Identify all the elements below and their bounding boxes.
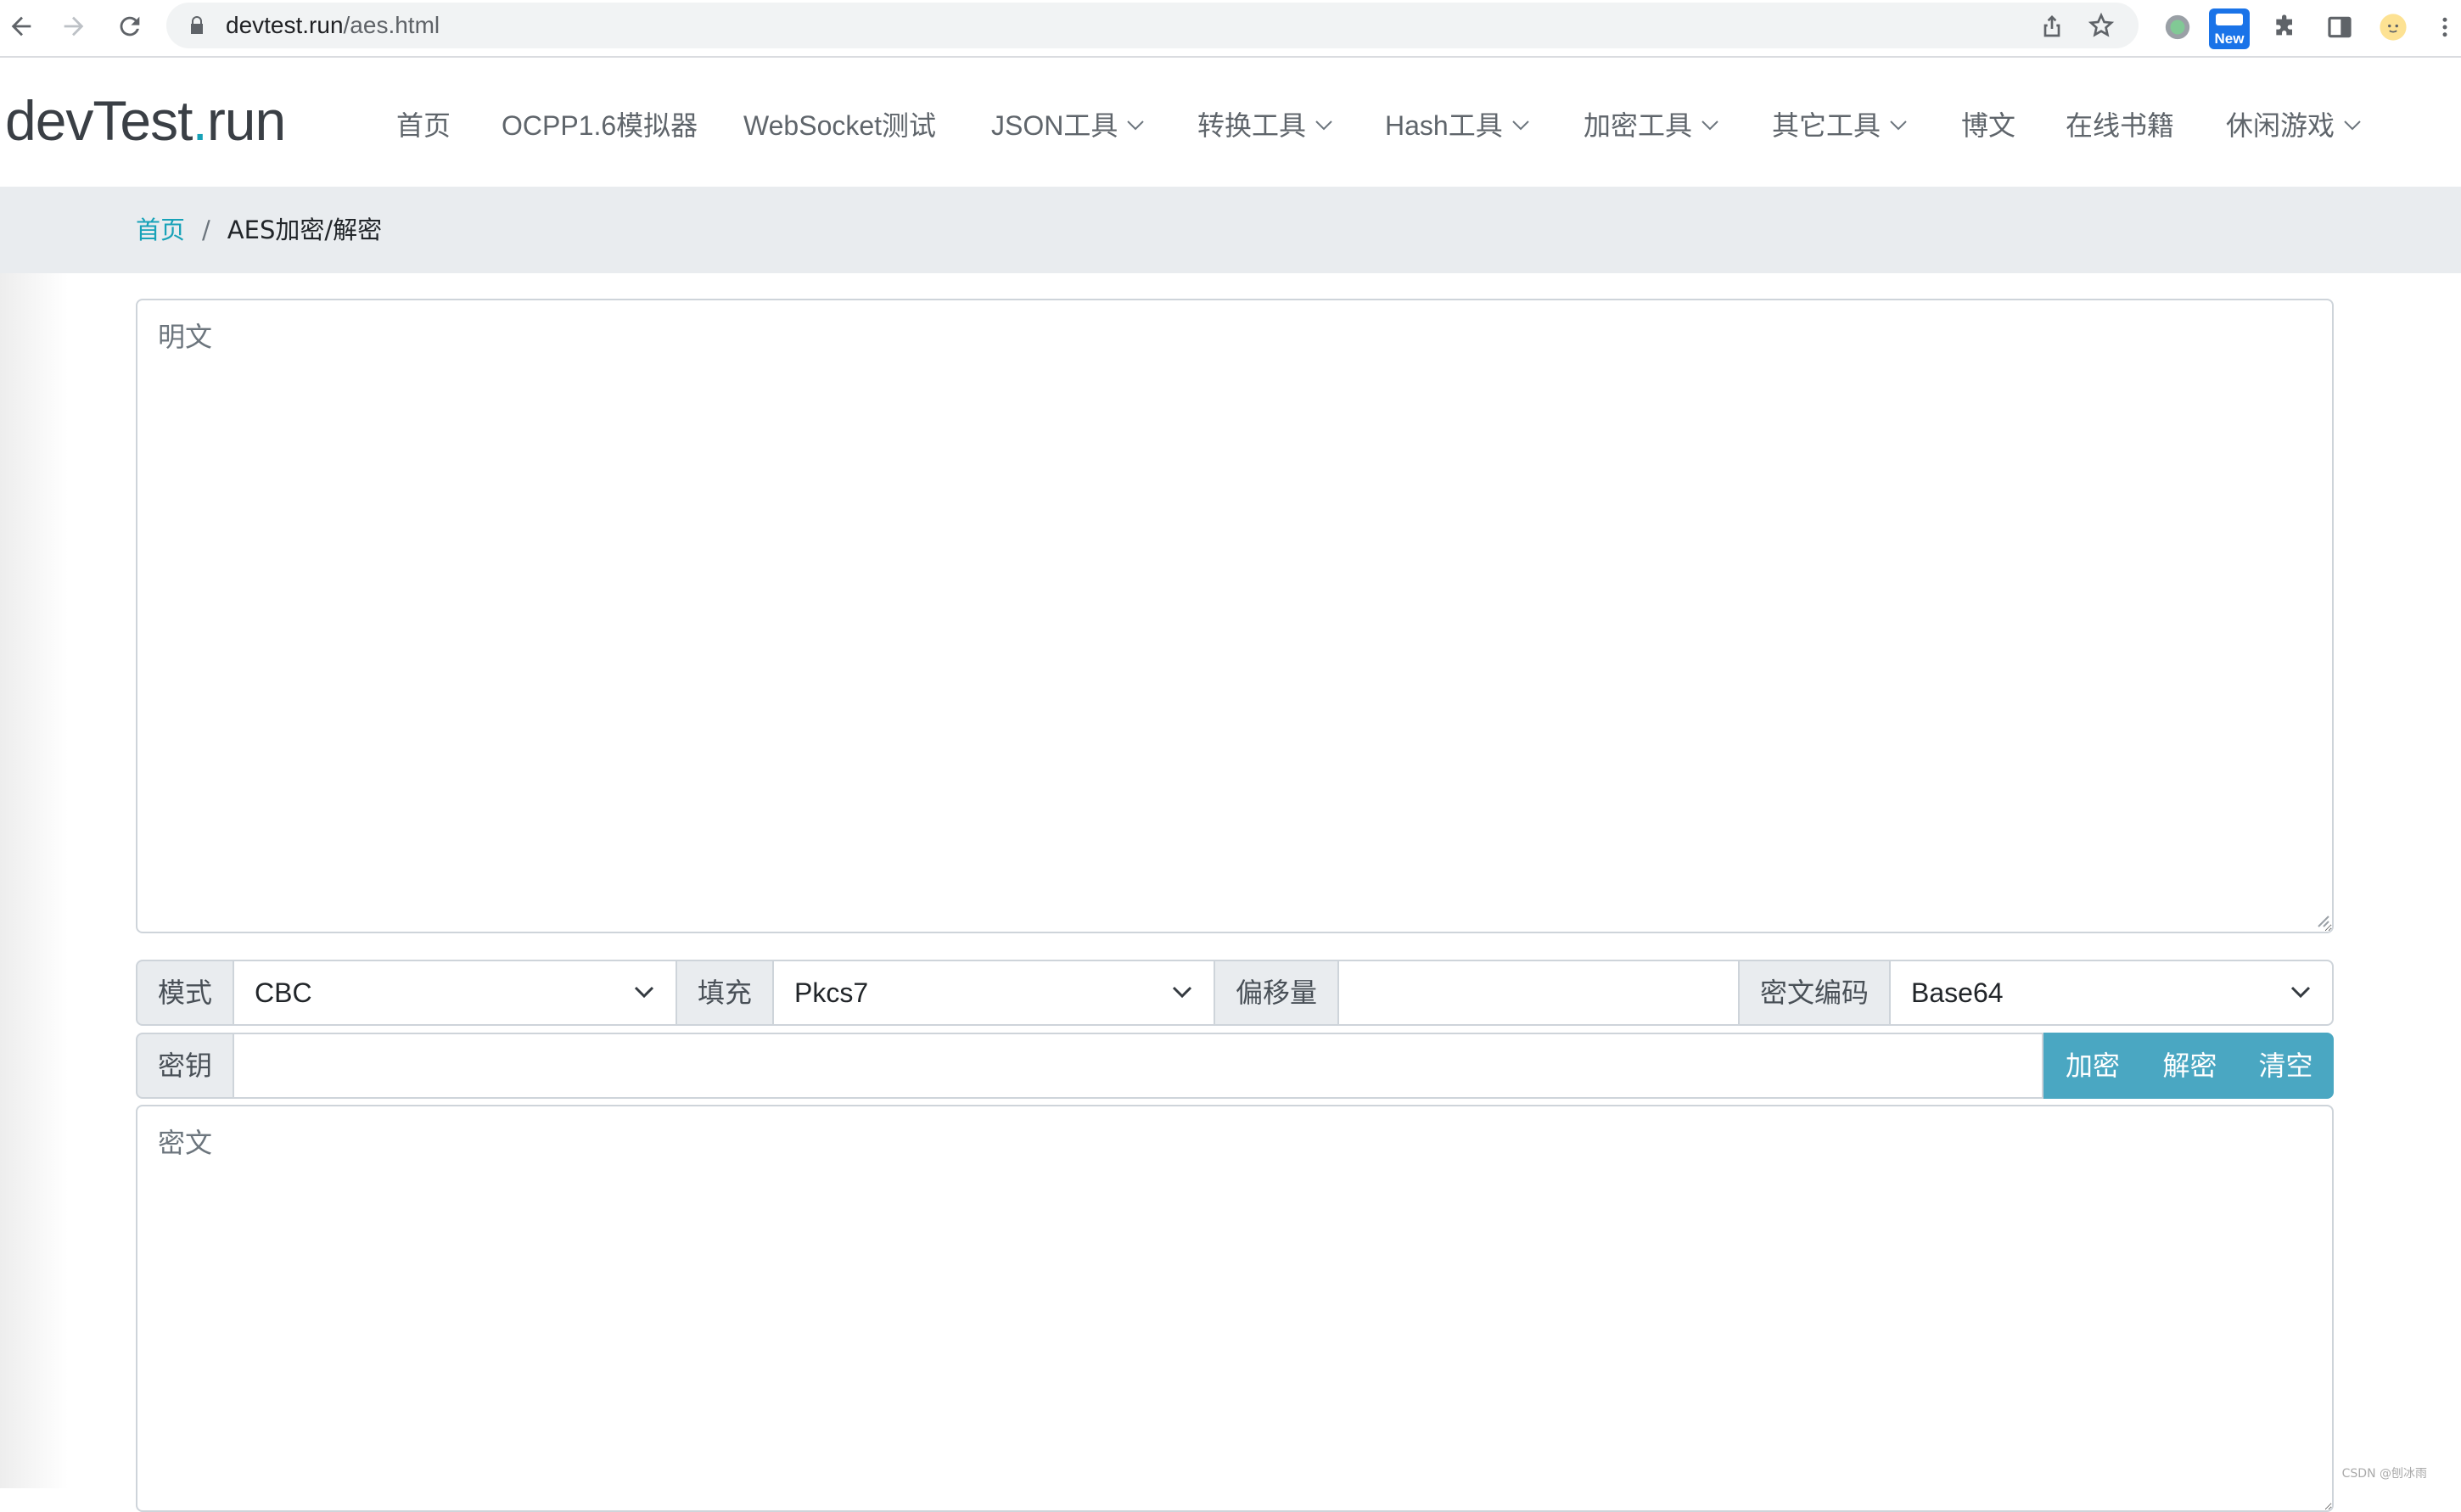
chevron-down-icon	[1512, 120, 1529, 131]
breadcrumb-bar: 首页 / AES加密/解密	[0, 187, 2461, 273]
nav-item-casual-games[interactable]: 休闲游戏	[2226, 107, 2362, 144]
page-edge-shadow	[0, 273, 68, 1488]
nav-item-convert-tools[interactable]: 转换工具	[1197, 107, 1333, 144]
chevron-down-icon	[2290, 986, 2311, 999]
extension-circle-icon[interactable]	[2161, 10, 2195, 44]
mode-select[interactable]: CBC	[233, 960, 677, 1026]
padding-select[interactable]: Pkcs7	[772, 960, 1215, 1026]
key-label: 密钥	[136, 1033, 234, 1099]
nav-item-encrypt-tools[interactable]: 加密工具	[1584, 107, 1719, 144]
reload-icon[interactable]	[110, 7, 149, 46]
profile-avatar-icon[interactable]	[2376, 10, 2410, 44]
share-icon[interactable]	[2038, 12, 2066, 39]
chevron-down-icon	[1701, 120, 1718, 131]
site-navbar: devTest.run 首页 OCPP1.6模拟器 WebSocket测试 JS…	[0, 58, 2461, 185]
nav-item-online-books[interactable]: 在线书籍	[2066, 107, 2174, 144]
forward-arrow-icon[interactable]	[54, 7, 93, 46]
browser-toolbar: devtest.run/aes.html New	[0, 0, 2461, 58]
iv-input[interactable]	[1337, 960, 1740, 1026]
key-row: 密钥 加密 解密 清空	[136, 1033, 2334, 1099]
plaintext-textarea[interactable]	[136, 299, 2334, 933]
chevron-down-icon	[1315, 120, 1332, 131]
browser-menu-icon[interactable]	[2432, 10, 2458, 44]
mode-label: 模式	[136, 960, 234, 1026]
nav-item-ocpp-simulator[interactable]: OCPP1.6模拟器	[502, 107, 698, 144]
site-logo[interactable]: devTest.run	[5, 90, 286, 151]
chevron-down-icon	[634, 986, 654, 999]
nav-item-blog[interactable]: 博文	[1961, 107, 2015, 144]
nav-item-other-tools[interactable]: 其它工具	[1772, 107, 1908, 144]
clear-button[interactable]: 清空	[2238, 1033, 2334, 1099]
extension-new-icon[interactable]: New	[2209, 8, 2250, 49]
address-bar[interactable]: devtest.run/aes.html	[166, 3, 2139, 48]
chevron-down-icon	[2344, 120, 2361, 131]
chevron-down-icon	[1172, 986, 1192, 999]
chevron-down-icon	[1890, 120, 1907, 131]
encrypt-button[interactable]: 加密	[2043, 1033, 2142, 1099]
cipher-encoding-select[interactable]: Base64	[1889, 960, 2334, 1026]
side-panel-icon[interactable]	[2323, 10, 2357, 44]
options-row: 模式 CBC 填充 Pkcs7 偏移量 密文编码 Base64	[136, 960, 2334, 1026]
url-text: devtest.run/aes.html	[226, 12, 440, 38]
back-arrow-icon[interactable]	[2, 7, 41, 46]
nav-item-home[interactable]: 首页	[396, 107, 451, 144]
iv-label: 偏移量	[1214, 960, 1339, 1026]
lock-icon	[191, 16, 203, 34]
breadcrumb: 首页 / AES加密/解密	[136, 187, 382, 273]
chevron-down-icon	[1127, 120, 1145, 131]
breadcrumb-current: AES加密/解密	[227, 216, 383, 244]
nav-item-hash-tools[interactable]: Hash工具	[1385, 107, 1530, 144]
puzzle-extensions-icon[interactable]	[2268, 10, 2302, 44]
decrypt-button[interactable]: 解密	[2141, 1033, 2239, 1099]
cipher-encoding-label: 密文编码	[1738, 960, 1891, 1026]
resize-handle-icon[interactable]	[2315, 913, 2330, 928]
nav-item-json-tools[interactable]: JSON工具	[991, 107, 1145, 144]
bookmark-star-icon[interactable]	[2088, 12, 2115, 39]
breadcrumb-separator: /	[202, 216, 210, 244]
breadcrumb-home-link[interactable]: 首页	[136, 216, 185, 244]
padding-label: 填充	[676, 960, 774, 1026]
ciphertext-textarea[interactable]	[136, 1105, 2334, 1512]
key-input[interactable]	[233, 1033, 2043, 1099]
watermark: CSDN @刨冰雨	[2341, 1467, 2427, 1481]
nav-item-websocket-test[interactable]: WebSocket测试	[743, 107, 936, 144]
